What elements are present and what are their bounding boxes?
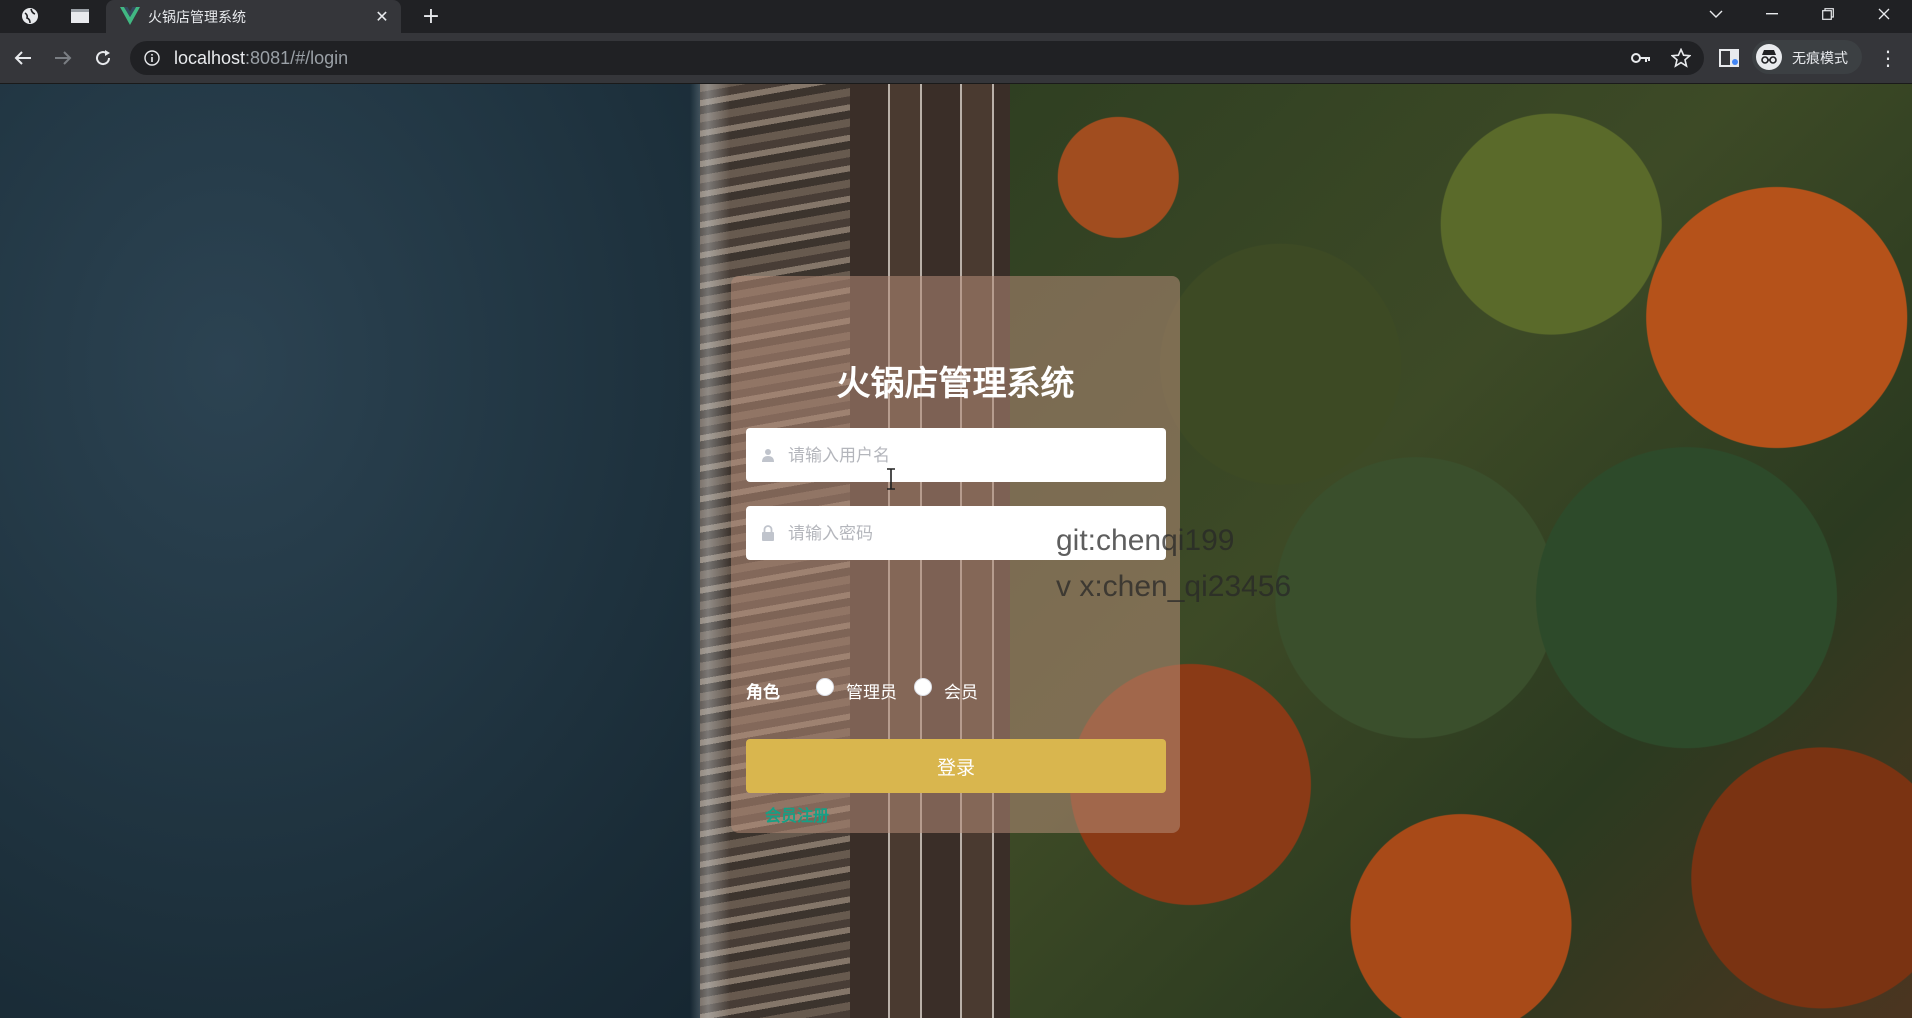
- radio-admin[interactable]: [816, 678, 834, 696]
- watermark-line-1: git:chenqi199: [1056, 524, 1235, 557]
- address-bar[interactable]: localhost:8081/#/login: [130, 41, 1704, 75]
- restore-icon[interactable]: [1800, 0, 1856, 28]
- info-icon[interactable]: [144, 50, 160, 66]
- url-text[interactable]: localhost:8081/#/login: [174, 48, 348, 69]
- menu-icon[interactable]: ⋮: [1878, 45, 1898, 71]
- window-icon[interactable]: [66, 4, 94, 28]
- radio-member[interactable]: [914, 678, 932, 696]
- incognito-icon: [1756, 44, 1782, 70]
- close-icon[interactable]: ✕: [371, 5, 393, 27]
- radio-member-label[interactable]: 会员: [944, 678, 978, 703]
- login-title: 火锅店管理系统: [836, 364, 1075, 404]
- browser-tabbar: 火锅店管理系统 ✕ +: [0, 0, 1912, 33]
- plus-icon[interactable]: +: [418, 3, 444, 29]
- background-sea: [0, 84, 760, 1018]
- login-button[interactable]: 登录: [746, 739, 1166, 793]
- key-icon[interactable]: [1630, 47, 1652, 69]
- radio-admin-label[interactable]: 管理员: [846, 678, 897, 703]
- text-cursor-icon: [886, 468, 896, 490]
- register-link[interactable]: 会员注册: [765, 802, 829, 826]
- globe-icon[interactable]: [16, 4, 44, 28]
- role-selector: 角色 管理员 会员: [746, 674, 1166, 704]
- forward-icon[interactable]: [50, 45, 76, 71]
- user-icon: [760, 446, 776, 464]
- window-close-icon[interactable]: [1856, 0, 1912, 28]
- watermark-line-2: v x:chen_qi23456: [1056, 570, 1292, 603]
- vue-icon: [120, 7, 140, 25]
- star-icon[interactable]: [1670, 47, 1692, 69]
- tab-title: 火锅店管理系统: [148, 10, 246, 26]
- chevron-down-icon[interactable]: [1688, 0, 1744, 28]
- page-viewport: 火锅店管理系统 角色 管理员 会员 登录 会员注册 git:chenqi199 …: [0, 84, 1912, 1018]
- incognito-label: 无痕模式: [1792, 51, 1848, 67]
- role-label: 角色: [746, 683, 780, 703]
- url-path: :8081/#/login: [245, 48, 349, 68]
- reload-icon[interactable]: [90, 45, 116, 71]
- username-field[interactable]: [746, 428, 1166, 484]
- url-host: localhost: [174, 48, 246, 68]
- browser-toolbar: localhost:8081/#/login 无痕模式 ⋮: [0, 33, 1912, 84]
- username-input[interactable]: [786, 428, 1160, 484]
- back-icon[interactable]: [10, 45, 36, 71]
- lock-icon: [760, 524, 776, 542]
- minimize-icon[interactable]: [1744, 0, 1800, 28]
- tab-active[interactable]: 火锅店管理系统 ✕: [106, 0, 401, 33]
- sidepanel-icon[interactable]: [1718, 47, 1740, 69]
- incognito-badge[interactable]: 无痕模式: [1752, 40, 1862, 74]
- background-foam: [690, 84, 730, 1018]
